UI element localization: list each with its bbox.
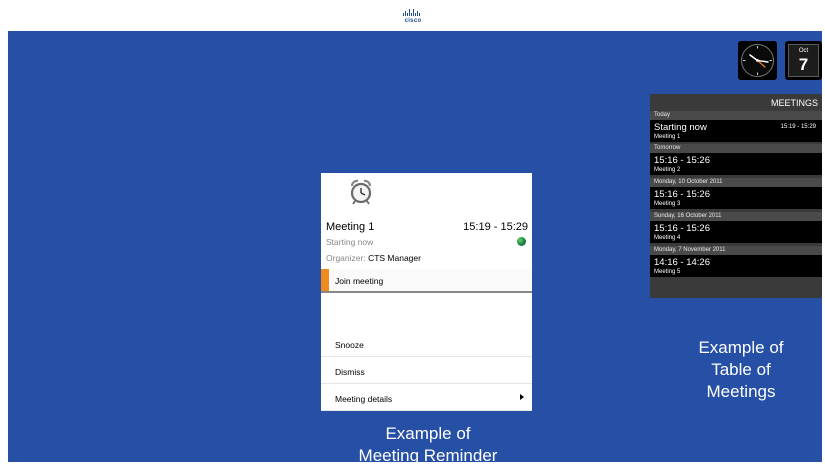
dismiss-button[interactable]: Dismiss xyxy=(321,358,532,384)
meeting-time: 15:16 - 15:26 xyxy=(654,155,710,166)
meeting-row[interactable]: 15:16 - 15:26 Meeting 2 xyxy=(650,153,822,175)
calendar-icon: Oct 7 xyxy=(788,44,819,77)
desktop-background: Oct 7 MEETINGS Today Starting now Meetin… xyxy=(8,31,825,465)
date-month: Oct xyxy=(798,48,809,54)
organizer-label: Organizer: xyxy=(326,253,366,263)
clock-widget xyxy=(738,41,777,80)
meeting-name: Meeting 2 xyxy=(654,167,681,173)
meeting-time: 15:16 - 15:26 xyxy=(654,189,710,200)
logo-text: cisco xyxy=(404,18,422,24)
meeting-row[interactable]: 15:16 - 15:26 Meeting 4 xyxy=(650,221,822,243)
reminder-time: 15:19 - 15:29 xyxy=(463,221,528,233)
meeting-range: 15:19 - 15:29 xyxy=(780,124,816,130)
meetings-day-header: Today xyxy=(650,111,822,120)
meeting-time: 14:16 - 14:26 xyxy=(654,257,710,268)
globe-icon xyxy=(517,237,526,246)
reminder-caption: Example of Meeting Reminder xyxy=(298,423,558,467)
meeting-name: Meeting 1 xyxy=(654,134,681,140)
meeting-details-button[interactable]: Meeting details xyxy=(321,385,532,411)
meeting-name: Meeting 4 xyxy=(654,235,681,241)
meeting-row[interactable]: Starting now Meeting 1 15:19 - 15:29 xyxy=(650,120,822,142)
snooze-button[interactable]: Snooze xyxy=(321,331,532,357)
alarm-clock-icon xyxy=(350,179,372,205)
table-caption-line2: Table of xyxy=(711,360,771,379)
meeting-time: 15:16 - 15:26 xyxy=(654,223,710,234)
date-widget: Oct 7 xyxy=(785,41,822,80)
analog-clock-icon xyxy=(741,44,774,77)
cisco-logo: cisco xyxy=(400,9,426,25)
meetings-table: MEETINGS Today Starting now Meeting 1 15… xyxy=(650,94,822,298)
reminder-status: Starting now xyxy=(326,237,374,247)
selection-indicator xyxy=(321,269,329,291)
top-bar: cisco xyxy=(0,0,825,31)
meetings-day-header: Tomorrow xyxy=(650,144,822,153)
table-caption-line1: Example of xyxy=(698,338,784,357)
dismiss-label: Dismiss xyxy=(335,367,365,377)
date-day: 7 xyxy=(798,55,809,74)
meeting-time: Starting now xyxy=(654,122,707,133)
meetings-day-header: Monday, 7 November 2011 xyxy=(650,246,822,255)
table-caption-line3: Meetings xyxy=(706,382,776,401)
meeting-name: Meeting 5 xyxy=(654,269,681,275)
snooze-label: Snooze xyxy=(335,340,364,350)
meetings-day-header: Sunday, 16 October 2011 xyxy=(650,212,822,221)
join-meeting-button[interactable]: Join meeting xyxy=(321,269,532,293)
reminder-organizer: Organizer: CTS Manager xyxy=(326,252,421,264)
chevron-right-icon xyxy=(520,394,524,400)
reminder-caption-line2: Meeting Reminder xyxy=(358,446,498,465)
meeting-row[interactable]: 14:16 - 14:26 Meeting 5 xyxy=(650,255,822,277)
table-caption: Example of Table of Meetings xyxy=(656,337,825,403)
meeting-name: Meeting 3 xyxy=(654,201,681,207)
meeting-reminder: Meeting 1 15:19 - 15:29 Starting now Org… xyxy=(321,173,532,411)
meetings-table-title: MEETINGS xyxy=(770,98,818,108)
organizer-name: CTS Manager xyxy=(368,253,421,263)
reminder-title: Meeting 1 xyxy=(326,221,375,233)
meeting-details-label: Meeting details xyxy=(335,394,393,404)
join-meeting-label: Join meeting xyxy=(335,276,384,286)
meetings-day-header: Monday, 10 October 2011 xyxy=(650,178,822,187)
reminder-caption-line1: Example of xyxy=(385,424,471,443)
meeting-row[interactable]: 15:16 - 15:26 Meeting 3 xyxy=(650,187,822,209)
